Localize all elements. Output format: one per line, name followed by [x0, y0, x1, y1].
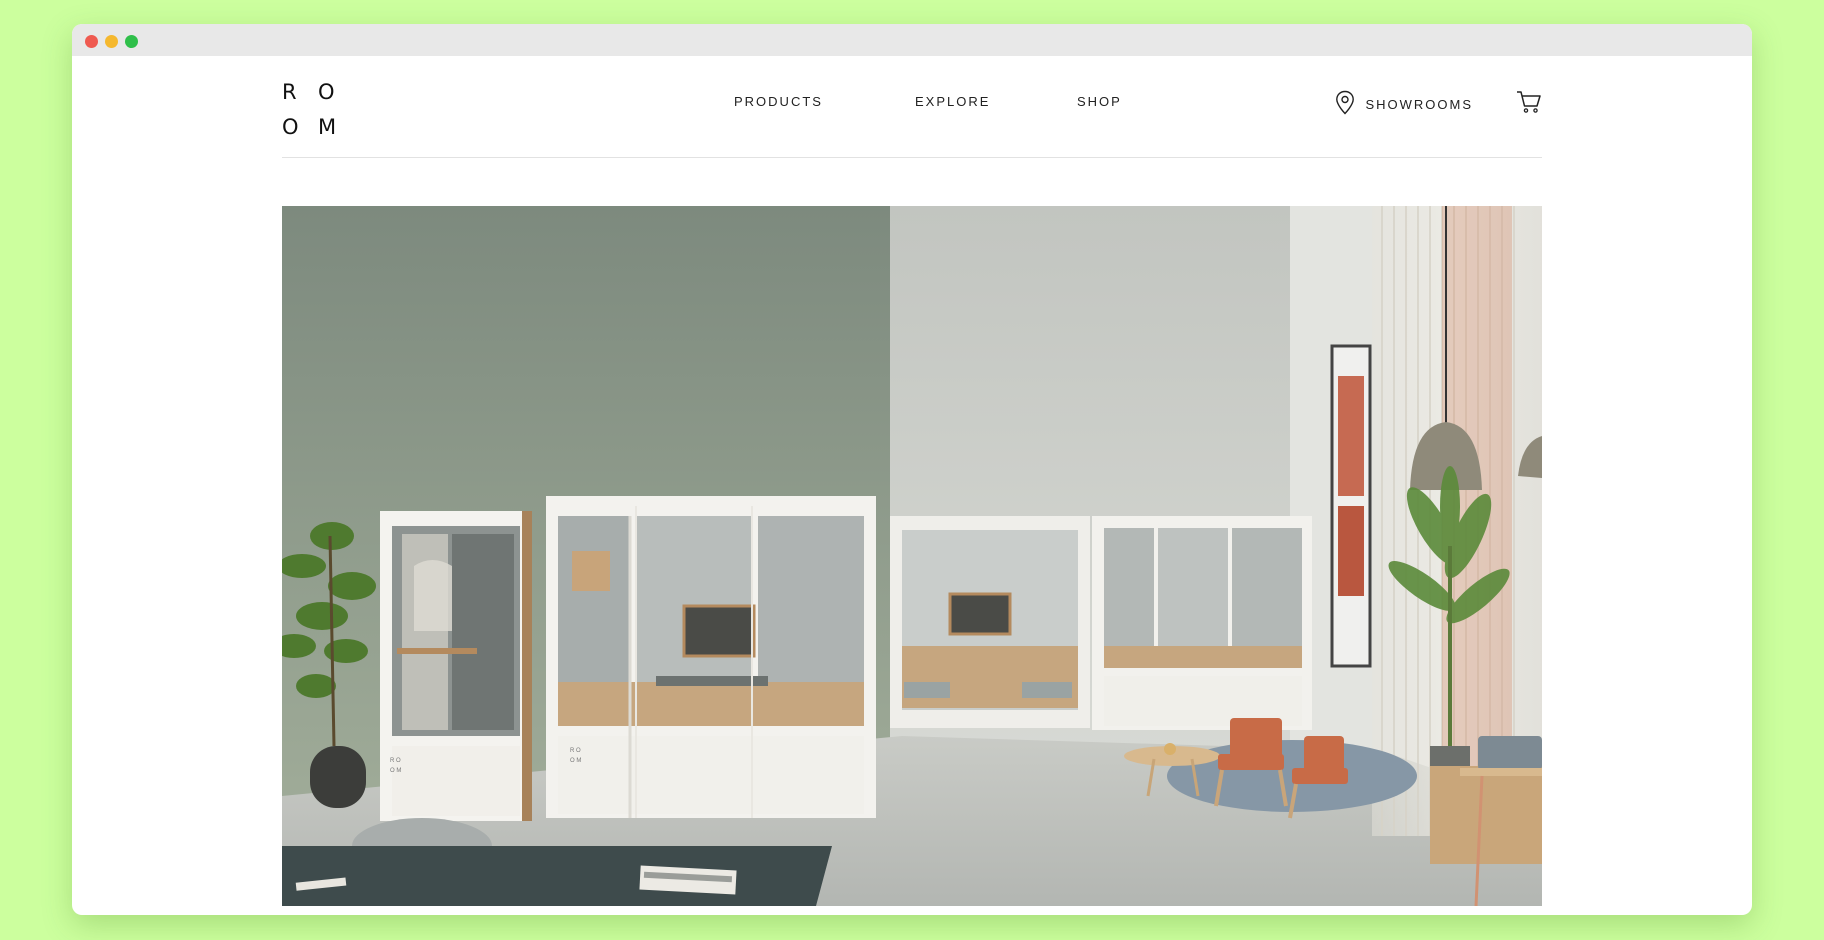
close-window-button[interactable]: [85, 35, 98, 48]
showrooms-label: SHOWROOMS: [1365, 96, 1473, 112]
site-header: R O O M PRODUCTS EXPLORE SHOP SHOWROOMS: [282, 56, 1542, 158]
logo-letter: R: [282, 80, 297, 104]
browser-window: R O O M PRODUCTS EXPLORE SHOP SHOWROOMS: [72, 24, 1752, 915]
hero-image: R O O M R O O M: [282, 206, 1542, 906]
nav-explore-link[interactable]: EXPLORE: [915, 94, 990, 109]
location-pin-icon: [1335, 90, 1365, 118]
svg-text:O M: O M: [390, 768, 401, 774]
window-titlebar: [72, 24, 1752, 56]
showrooms-link[interactable]: SHOWROOMS: [1335, 90, 1473, 118]
svg-text:R O: R O: [390, 758, 401, 764]
nav-products-link[interactable]: PRODUCTS: [734, 94, 823, 109]
minimize-window-button[interactable]: [105, 35, 118, 48]
maximize-window-button[interactable]: [125, 35, 138, 48]
logo-letter: O: [282, 115, 299, 139]
svg-text:R O: R O: [570, 748, 581, 754]
nav-shop-link[interactable]: SHOP: [1077, 94, 1122, 109]
logo-letter: O: [318, 80, 335, 104]
logo-letter: M: [318, 115, 337, 139]
svg-text:O M: O M: [570, 758, 581, 764]
room-logo[interactable]: R O O M: [282, 75, 354, 145]
shopping-cart-icon[interactable]: [1516, 90, 1542, 119]
